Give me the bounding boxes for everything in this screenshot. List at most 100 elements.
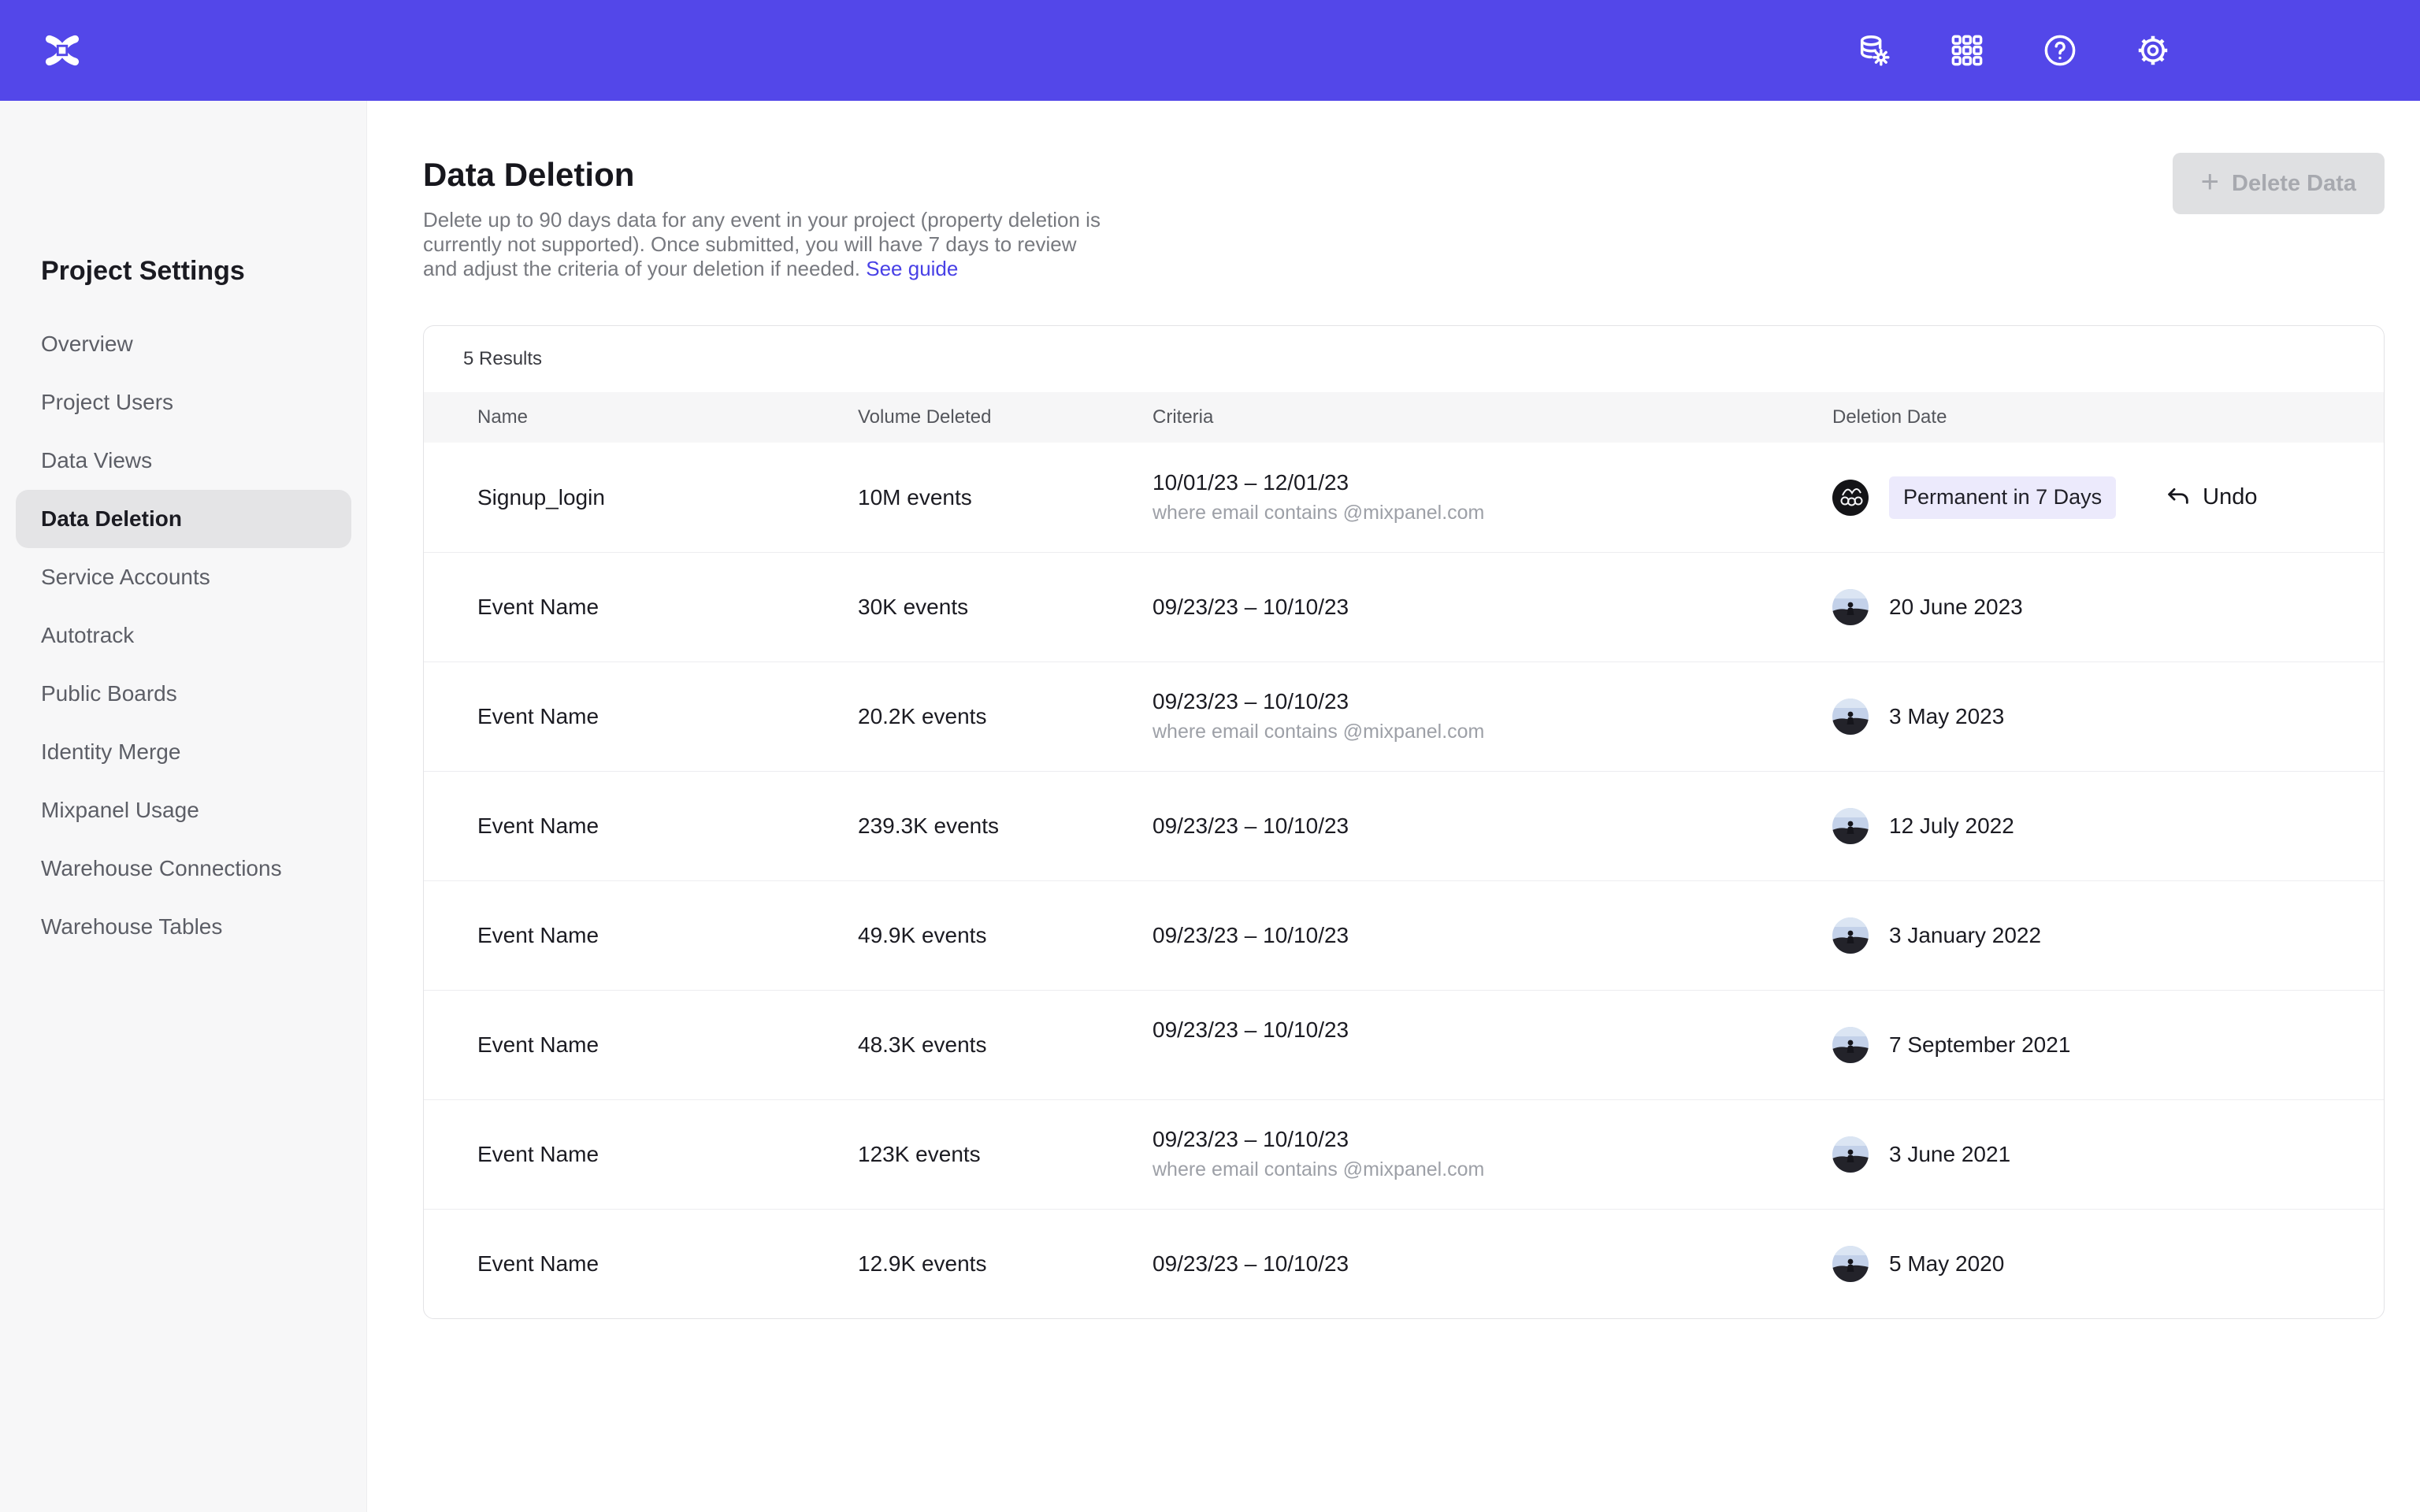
avatar: [1832, 699, 1869, 735]
avatar: [1832, 1246, 1869, 1282]
avatar: [1832, 917, 1869, 954]
cell-criteria: 09/23/23 – 10/10/23 where email contains…: [1152, 689, 1832, 744]
table-row: Event Name 30K events 09/23/23 – 10/10/2…: [424, 552, 2384, 662]
plus-icon: +: [2201, 166, 2219, 198]
table-row: Event Name 239.3K events 09/23/23 – 10/1…: [424, 771, 2384, 880]
criteria-subtext: [1152, 1049, 1832, 1073]
settings-gear-icon[interactable]: [2135, 32, 2171, 69]
column-header-name: Name: [477, 406, 858, 428]
sidebar: Project Settings Overview Project Users …: [0, 101, 367, 1512]
deletion-date-text: 7 September 2021: [1889, 1032, 2070, 1058]
criteria-range: 09/23/23 – 10/10/23: [1152, 689, 1832, 714]
cell-deletion-date: 5 May 2020: [1832, 1246, 2384, 1282]
cell-name: Event Name: [477, 1142, 858, 1167]
page-description-text: Delete up to 90 days data for any event …: [423, 208, 1101, 280]
cell-name: Event Name: [477, 813, 858, 839]
apps-grid-icon[interactable]: [1949, 32, 1985, 69]
cell-name: Event Name: [477, 704, 858, 729]
cell-deletion-date: 7 September 2021: [1832, 1027, 2384, 1063]
mixpanel-logo-icon[interactable]: [44, 34, 80, 67]
table-row: Event Name 49.9K events 09/23/23 – 10/10…: [424, 880, 2384, 990]
criteria-range: 10/01/23 – 12/01/23: [1152, 470, 1832, 495]
criteria-subtext: where email contains @mixpanel.com: [1152, 1158, 1832, 1182]
help-icon[interactable]: [2042, 32, 2078, 69]
data-management-icon[interactable]: [1856, 32, 1892, 69]
table-row: Event Name 12.9K events 09/23/23 – 10/10…: [424, 1209, 2384, 1318]
column-header-criteria: Criteria: [1152, 406, 1832, 428]
cell-criteria: 09/23/23 – 10/10/23: [1152, 1251, 1832, 1277]
cell-volume: 48.3K events: [858, 1032, 1152, 1058]
sidebar-item-warehouse-connections[interactable]: Warehouse Connections: [0, 839, 366, 898]
table-row: Event Name 20.2K events 09/23/23 – 10/10…: [424, 662, 2384, 771]
cell-deletion-date: Permanent in 7 Days Undo: [1832, 476, 2384, 519]
delete-data-button[interactable]: + Delete Data: [2173, 153, 2385, 214]
table-row: Event Name 48.3K events 09/23/23 – 10/10…: [424, 990, 2384, 1099]
cell-criteria: 09/23/23 – 10/10/23: [1152, 923, 1832, 948]
sidebar-item-data-deletion[interactable]: Data Deletion: [16, 490, 351, 548]
sidebar-item-project-users[interactable]: Project Users: [0, 373, 366, 432]
avatar: [1832, 808, 1869, 844]
page-title: Data Deletion: [423, 156, 2385, 194]
sidebar-title: Project Settings: [0, 255, 366, 287]
cell-volume: 123K events: [858, 1142, 1152, 1167]
avatar: [1832, 589, 1869, 625]
cell-name: Event Name: [477, 595, 858, 620]
sidebar-item-data-views[interactable]: Data Views: [0, 432, 366, 490]
main-content: Data Deletion Delete up to 90 days data …: [367, 101, 2420, 1512]
table-row: Signup_login 10M events 10/01/23 – 12/01…: [424, 443, 2384, 552]
topbar-icon-group: [1856, 32, 2171, 69]
sidebar-item-warehouse-tables[interactable]: Warehouse Tables: [0, 898, 366, 956]
sidebar-item-autotrack[interactable]: Autotrack: [0, 606, 366, 665]
column-header-deletion-date: Deletion Date: [1832, 406, 2384, 428]
topbar: [0, 0, 2420, 101]
cell-criteria: 09/23/23 – 10/10/23: [1152, 595, 1832, 620]
deletion-date-text: 5 May 2020: [1889, 1251, 2004, 1277]
deletion-date-text: 3 June 2021: [1889, 1142, 2010, 1167]
criteria-range: 09/23/23 – 10/10/23: [1152, 1017, 1832, 1043]
criteria-range: 09/23/23 – 10/10/23: [1152, 595, 1832, 620]
undo-label: Undo: [2203, 484, 2257, 510]
cell-criteria: 10/01/23 – 12/01/23 where email contains…: [1152, 470, 1832, 525]
cell-volume: 10M events: [858, 485, 1152, 510]
criteria-subtext: where email contains @mixpanel.com: [1152, 721, 1832, 744]
deletion-date-text: 3 January 2022: [1889, 923, 2041, 948]
cell-name: Event Name: [477, 1032, 858, 1058]
cell-name: Event Name: [477, 1251, 858, 1277]
sidebar-item-overview[interactable]: Overview: [0, 315, 366, 373]
criteria-range: 09/23/23 – 10/10/23: [1152, 1127, 1832, 1152]
table-header: Name Volume Deleted Criteria Deletion Da…: [424, 392, 2384, 443]
cell-volume: 20.2K events: [858, 704, 1152, 729]
deletion-date-text: 20 June 2023: [1889, 595, 2023, 620]
cell-deletion-date: 3 January 2022: [1832, 917, 2384, 954]
page-description: Delete up to 90 days data for any event …: [423, 208, 1116, 281]
cell-name: Signup_login: [477, 485, 858, 510]
sidebar-item-mixpanel-usage[interactable]: Mixpanel Usage: [0, 781, 366, 839]
undo-icon: [2165, 484, 2192, 511]
criteria-range: 09/23/23 – 10/10/23: [1152, 813, 1832, 839]
cell-deletion-date: 3 May 2023: [1832, 699, 2384, 735]
undo-button[interactable]: Undo: [2165, 484, 2257, 511]
sidebar-item-public-boards[interactable]: Public Boards: [0, 665, 366, 723]
cell-criteria: 09/23/23 – 10/10/23: [1152, 1017, 1832, 1073]
criteria-subtext: where email contains @mixpanel.com: [1152, 502, 1832, 525]
cell-name: Event Name: [477, 923, 858, 948]
cell-deletion-date: 12 July 2022: [1832, 808, 2384, 844]
cell-criteria: 09/23/23 – 10/10/23 where email contains…: [1152, 1127, 1832, 1182]
cell-volume: 49.9K events: [858, 923, 1152, 948]
deletion-requests-card: 5 Results Name Volume Deleted Criteria D…: [423, 325, 2385, 1319]
status-badge: Permanent in 7 Days: [1889, 476, 2116, 519]
avatar: [1832, 1027, 1869, 1063]
see-guide-link[interactable]: See guide: [866, 257, 958, 280]
deletion-date-text: 12 July 2022: [1889, 813, 2014, 839]
avatar: [1832, 480, 1869, 516]
page-header: Data Deletion Delete up to 90 days data …: [423, 156, 2385, 281]
criteria-range: 09/23/23 – 10/10/23: [1152, 923, 1832, 948]
avatar: [1832, 1136, 1869, 1173]
deletion-date-text: 3 May 2023: [1889, 704, 2004, 729]
cell-volume: 30K events: [858, 595, 1152, 620]
sidebar-item-identity-merge[interactable]: Identity Merge: [0, 723, 366, 781]
delete-data-button-label: Delete Data: [2232, 171, 2356, 197]
sidebar-item-service-accounts[interactable]: Service Accounts: [0, 548, 366, 606]
column-header-volume-deleted: Volume Deleted: [858, 406, 1152, 428]
cell-deletion-date: 20 June 2023: [1832, 589, 2384, 625]
